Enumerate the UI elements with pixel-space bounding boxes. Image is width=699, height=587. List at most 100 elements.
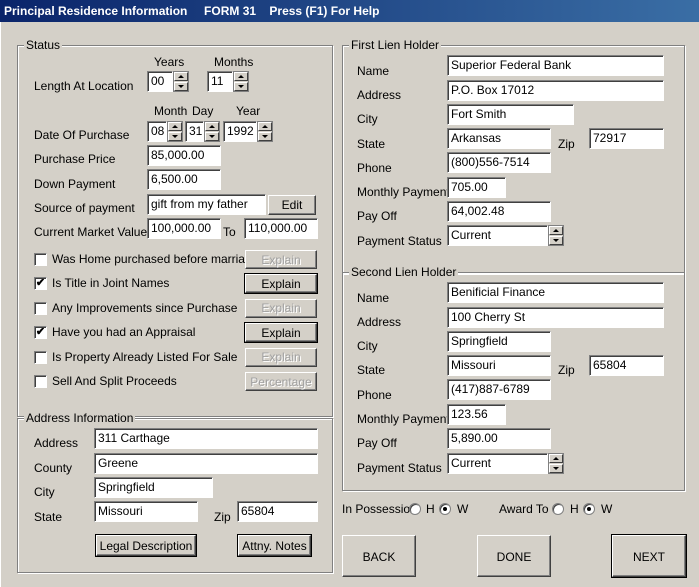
second-lien-zip-label: Zip bbox=[558, 363, 575, 377]
years-spinner[interactable] bbox=[173, 71, 189, 92]
first-lien-city-field[interactable]: Fort Smith bbox=[447, 104, 574, 125]
purchase-month-down-arrow-icon[interactable] bbox=[168, 132, 182, 141]
second-lien-monthly-payment-field[interactable]: 123.56 bbox=[447, 404, 506, 425]
first-lien-monthly-payment-field[interactable]: 705.00 bbox=[447, 177, 506, 198]
second-lien-city-label: City bbox=[357, 339, 378, 353]
question-checkbox[interactable] bbox=[34, 301, 47, 315]
question-checkbox[interactable] bbox=[34, 253, 47, 266]
second-lien-city-field[interactable]: Springfield bbox=[447, 331, 551, 352]
purchase-day-field[interactable]: 31 bbox=[185, 121, 204, 142]
explain-button[interactable]: Explain bbox=[244, 273, 318, 295]
years-down-arrow-icon[interactable] bbox=[174, 82, 188, 91]
second-lien-name-label: Name bbox=[357, 291, 390, 305]
award-w-radio[interactable] bbox=[583, 503, 595, 515]
address-field[interactable]: 311 Carthage bbox=[94, 428, 318, 449]
first-lien-address-label: Address bbox=[357, 88, 402, 102]
possession-w-radio[interactable] bbox=[439, 503, 451, 515]
years-field[interactable]: 00 bbox=[147, 71, 173, 92]
purchase-month-field[interactable]: 08 bbox=[147, 121, 167, 142]
percentage-button[interactable]: Percentage bbox=[245, 372, 317, 391]
possession-h-radio[interactable] bbox=[409, 503, 421, 515]
second-lien-phone-field[interactable]: (417)887-6789 bbox=[447, 379, 551, 400]
second-lien-payoff-label: Pay Off bbox=[357, 436, 397, 450]
first-lien-name-field[interactable]: Superior Federal Bank bbox=[447, 55, 664, 76]
first-lien-address-field[interactable]: P.O. Box 17012 bbox=[447, 80, 664, 101]
legal-description-button[interactable]: Legal Description bbox=[95, 534, 197, 557]
first-lien-payment-status-label: Payment Status bbox=[357, 234, 442, 248]
months-field[interactable]: 11 bbox=[207, 71, 233, 92]
purchase-price-label: Purchase Price bbox=[34, 152, 116, 166]
first-lien-status-down-arrow-icon[interactable] bbox=[549, 236, 563, 245]
down-payment-label: Down Payment bbox=[34, 177, 116, 191]
purchase-day-down-arrow-icon[interactable] bbox=[205, 132, 219, 141]
first-lien-status-up-arrow-icon[interactable] bbox=[549, 226, 563, 235]
first-lien-payment-status-field[interactable]: Current bbox=[447, 225, 548, 246]
back-button[interactable]: BACK bbox=[342, 535, 416, 577]
purchase-year-spinner[interactable] bbox=[257, 121, 273, 142]
second-lien-zip-field[interactable]: 65804 bbox=[589, 355, 664, 376]
second-lien-payment-status-field[interactable]: Current bbox=[447, 453, 548, 474]
done-button[interactable]: DONE bbox=[477, 535, 551, 577]
years-up-arrow-icon[interactable] bbox=[174, 72, 188, 81]
second-lien-monthly-payment-label: Monthly Payment bbox=[357, 412, 450, 426]
county-field[interactable]: Greene bbox=[94, 453, 318, 474]
source-of-payment-field[interactable]: gift from my father bbox=[147, 194, 266, 215]
second-lien-status-up-arrow-icon[interactable] bbox=[549, 454, 563, 463]
question-label: Have you had an Appraisal bbox=[52, 325, 196, 340]
purchase-year-up-arrow-icon[interactable] bbox=[258, 122, 272, 131]
first-lien-phone-field[interactable]: (800)556-7514 bbox=[447, 152, 551, 173]
second-lien-state-label: State bbox=[357, 363, 386, 377]
months-spinner[interactable] bbox=[233, 71, 249, 92]
question-checkbox[interactable]: ✔ bbox=[34, 326, 47, 340]
months-up-arrow-icon[interactable] bbox=[234, 72, 248, 81]
award-to-label: Award To bbox=[499, 502, 549, 516]
purchase-price-field[interactable]: 85,000.00 bbox=[147, 145, 221, 166]
second-lien-status-spinner[interactable] bbox=[548, 453, 564, 474]
second-lien-address-field[interactable]: 100 Cherry St bbox=[447, 307, 664, 328]
explain-button[interactable]: Explain bbox=[245, 347, 317, 367]
county-label: County bbox=[34, 461, 73, 475]
edit-source-button[interactable]: Edit bbox=[268, 195, 316, 215]
market-to-label: To bbox=[223, 225, 236, 239]
market-value-to-field[interactable]: 110,000.00 bbox=[244, 218, 318, 239]
award-h-label: H bbox=[570, 502, 579, 516]
city-field[interactable]: Springfield bbox=[94, 477, 213, 498]
purchase-day-up-arrow-icon[interactable] bbox=[205, 122, 219, 131]
years-label: Years bbox=[154, 55, 185, 69]
purchase-day-spinner[interactable] bbox=[204, 121, 220, 142]
state-field[interactable]: Missouri bbox=[94, 501, 198, 522]
zip-label: Zip bbox=[214, 510, 231, 524]
explain-button[interactable]: Explain bbox=[244, 322, 318, 344]
second-lien-name-field[interactable]: Benificial Finance bbox=[447, 282, 664, 303]
next-button[interactable]: NEXT bbox=[611, 534, 687, 578]
second-lien-payoff-field[interactable]: 5,890.00 bbox=[447, 428, 551, 449]
state-label: State bbox=[34, 510, 63, 524]
question-checkbox[interactable] bbox=[34, 375, 47, 388]
explain-button[interactable]: Explain bbox=[245, 250, 317, 269]
first-lien-status-spinner[interactable] bbox=[548, 225, 564, 246]
question-checkbox[interactable] bbox=[34, 350, 47, 364]
down-payment-field[interactable]: 6,500.00 bbox=[147, 169, 221, 190]
address-label: Address bbox=[34, 436, 79, 450]
second-lien-payment-status-label: Payment Status bbox=[357, 461, 442, 475]
purchase-month-spinner[interactable] bbox=[167, 121, 183, 142]
award-h-radio[interactable] bbox=[552, 503, 564, 515]
attorney-notes-button[interactable]: Attny. Notes bbox=[237, 534, 312, 557]
first-lien-state-field[interactable]: Arkansas bbox=[447, 128, 551, 149]
months-down-arrow-icon[interactable] bbox=[234, 82, 248, 91]
first-lien-payoff-field[interactable]: 64,002.48 bbox=[447, 201, 551, 222]
first-lien-state-label: State bbox=[357, 137, 386, 151]
main-window: Status Years Months Length At Location 0… bbox=[0, 22, 699, 587]
second-lien-status-down-arrow-icon[interactable] bbox=[549, 464, 563, 473]
purchase-year-down-arrow-icon[interactable] bbox=[258, 132, 272, 141]
explain-button[interactable]: Explain bbox=[245, 298, 317, 318]
first-lien-zip-field[interactable]: 72917 bbox=[589, 128, 664, 149]
zip-field[interactable]: 65804 bbox=[237, 501, 318, 522]
market-value-from-field[interactable]: 100,000.00 bbox=[147, 218, 221, 239]
second-lien-state-field[interactable]: Missouri bbox=[447, 355, 551, 376]
purchase-month-up-arrow-icon[interactable] bbox=[168, 122, 182, 131]
question-checkbox[interactable]: ✔ bbox=[34, 277, 47, 291]
first-lien-monthly-payment-label: Monthly Payment bbox=[357, 185, 450, 199]
question-label: Was Home purchased before marriage bbox=[52, 252, 259, 266]
purchase-year-field[interactable]: 1992 bbox=[223, 121, 257, 142]
